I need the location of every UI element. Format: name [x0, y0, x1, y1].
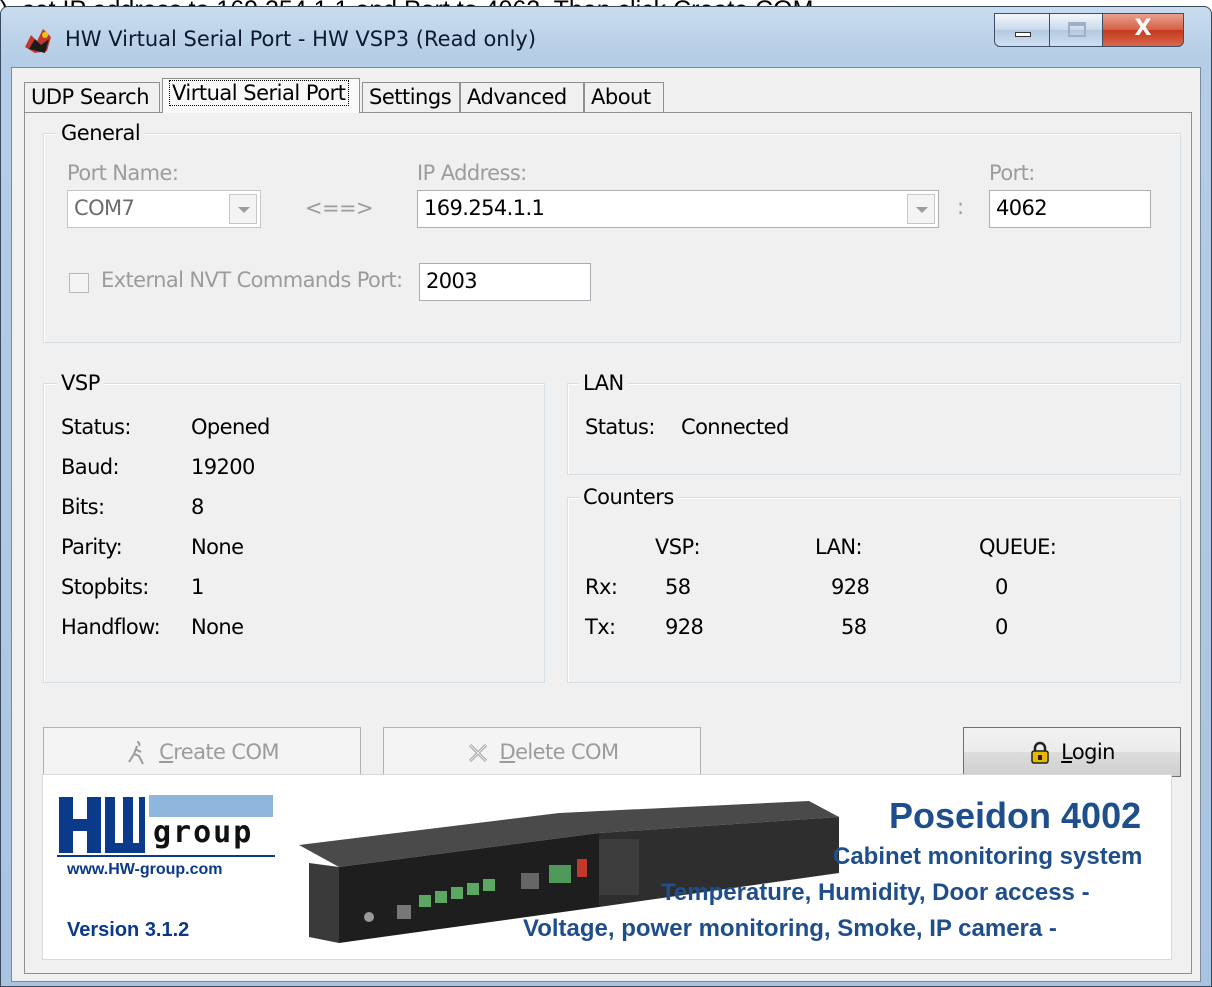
login-button[interactable]: Login [963, 727, 1181, 777]
counters-header-vsp: VSP: [655, 535, 701, 559]
close-button[interactable]: X [1102, 13, 1184, 47]
tab-about[interactable]: About [584, 82, 664, 112]
direction-arrow: <==> [305, 196, 374, 220]
minimize-icon [1015, 32, 1031, 37]
ip-address-label: IP Address: [417, 161, 527, 185]
counters-header-lan: LAN: [815, 535, 863, 559]
maximize-button[interactable] [1049, 13, 1103, 47]
app-window: HW Virtual Serial Port - HW VSP3 (Read o… [0, 6, 1212, 987]
tab-advanced[interactable]: Advanced [460, 82, 584, 112]
nvt-port-value: 2003 [426, 269, 478, 293]
lock-icon [1031, 741, 1049, 764]
hw-logo-mark [59, 797, 145, 853]
vsp-handflow-label: Handflow: [61, 615, 161, 639]
nvt-port-input[interactable]: 2003 [419, 263, 591, 301]
maximize-icon [1068, 22, 1086, 37]
vsp-bits-value: 8 [191, 495, 204, 519]
port-value: 4062 [996, 196, 1048, 220]
hw-group-logo: group [57, 789, 275, 869]
hw-group-banner[interactable]: group www.HW-group.com Version 3.1.2 Pos… [42, 774, 1172, 960]
product-features-2: Voltage, power monitoring, Smoke, IP cam… [523, 915, 1057, 942]
external-nvt-label: External NVT Commands Port: [101, 268, 403, 292]
tab-label: Virtual Serial Port [169, 80, 349, 106]
port-name-select[interactable]: COM7 [67, 190, 261, 228]
vsp-parity-label: Parity: [61, 535, 123, 559]
vsp-handflow-value: None [191, 615, 244, 639]
vsp-status-label: Status: [61, 415, 131, 439]
create-com-mnemonic: C [159, 740, 174, 764]
vsp-legend: VSP [57, 371, 104, 395]
port-name-label: Port Name: [67, 161, 179, 185]
lan-status-label: Status: [585, 415, 655, 439]
login-mnemonic: L [1061, 740, 1072, 764]
lan-status-value: Connected [681, 415, 789, 439]
tx-queue-value: 0 [995, 615, 1008, 639]
product-name: Poseidon 4002 [889, 795, 1142, 836]
counters-legend: Counters [579, 485, 678, 509]
rx-vsp-value: 58 [665, 575, 691, 599]
tab-label: Advanced [467, 85, 567, 109]
tab-udp-search[interactable]: UDP Search [24, 82, 160, 112]
app-icon [25, 29, 51, 53]
counters-group [567, 497, 1181, 683]
tab-label: About [591, 85, 651, 109]
product-tagline: Cabinet monitoring system [833, 843, 1143, 870]
vsp-stopbits-value: 1 [191, 575, 204, 599]
logo-divider [57, 855, 275, 857]
window-title: HW Virtual Serial Port - HW VSP3 (Read o… [65, 27, 537, 51]
tx-lan-value: 58 [841, 615, 867, 639]
vsp-baud-label: Baud: [61, 455, 120, 479]
vsp-parity-value: None [191, 535, 244, 559]
logo-bar [149, 795, 273, 817]
port-label: Port: [989, 161, 1035, 185]
tab-settings[interactable]: Settings [362, 82, 460, 112]
vsp-bits-label: Bits: [61, 495, 105, 519]
create-com-icon [128, 741, 145, 765]
close-icon: X [1134, 16, 1152, 41]
delete-com-button[interactable]: Delete COM [383, 727, 701, 777]
vsp-stopbits-label: Stopbits: [61, 575, 149, 599]
general-legend: General [57, 121, 145, 145]
lan-legend: LAN [579, 371, 628, 395]
chevron-down-icon [907, 194, 935, 224]
ip-address-value: 169.254.1.1 [424, 196, 545, 220]
minimize-button[interactable] [994, 13, 1050, 47]
logo-group-text: group [153, 815, 254, 850]
ip-address-combo[interactable]: 169.254.1.1 [417, 190, 939, 228]
tab-label: UDP Search [31, 85, 150, 109]
create-com-label: reate COM [173, 740, 279, 764]
website-link[interactable]: www.HW-group.com [67, 861, 223, 879]
port-separator: : [957, 195, 964, 219]
tx-label: Tx: [585, 615, 616, 639]
delete-com-label: elete COM [515, 740, 619, 764]
vsp-baud-value: 19200 [191, 455, 255, 479]
delete-icon [468, 743, 487, 763]
tab-label: Settings [369, 85, 452, 109]
counters-header-queue: QUEUE: [979, 535, 1057, 559]
version-text: Version 3.1.2 [67, 919, 190, 941]
external-nvt-checkbox[interactable] [69, 273, 89, 293]
tab-virtual-serial-port[interactable]: Virtual Serial Port [162, 78, 360, 113]
chevron-down-icon [229, 194, 257, 224]
port-input[interactable]: 4062 [989, 190, 1151, 228]
product-features-1: Temperature, Humidity, Door access - [661, 879, 1090, 906]
rx-queue-value: 0 [995, 575, 1008, 599]
create-com-button[interactable]: Create COM [43, 727, 361, 777]
port-name-value: COM7 [74, 196, 135, 220]
login-label: ogin [1071, 740, 1116, 764]
rx-lan-value: 928 [831, 575, 870, 599]
vsp-status-value: Opened [191, 415, 270, 439]
tx-vsp-value: 928 [665, 615, 704, 639]
client-area: UDP Search Virtual Serial Port Settings … [11, 67, 1201, 982]
lan-group [567, 383, 1181, 475]
delete-com-mnemonic: D [499, 740, 516, 764]
rx-label: Rx: [585, 575, 618, 599]
